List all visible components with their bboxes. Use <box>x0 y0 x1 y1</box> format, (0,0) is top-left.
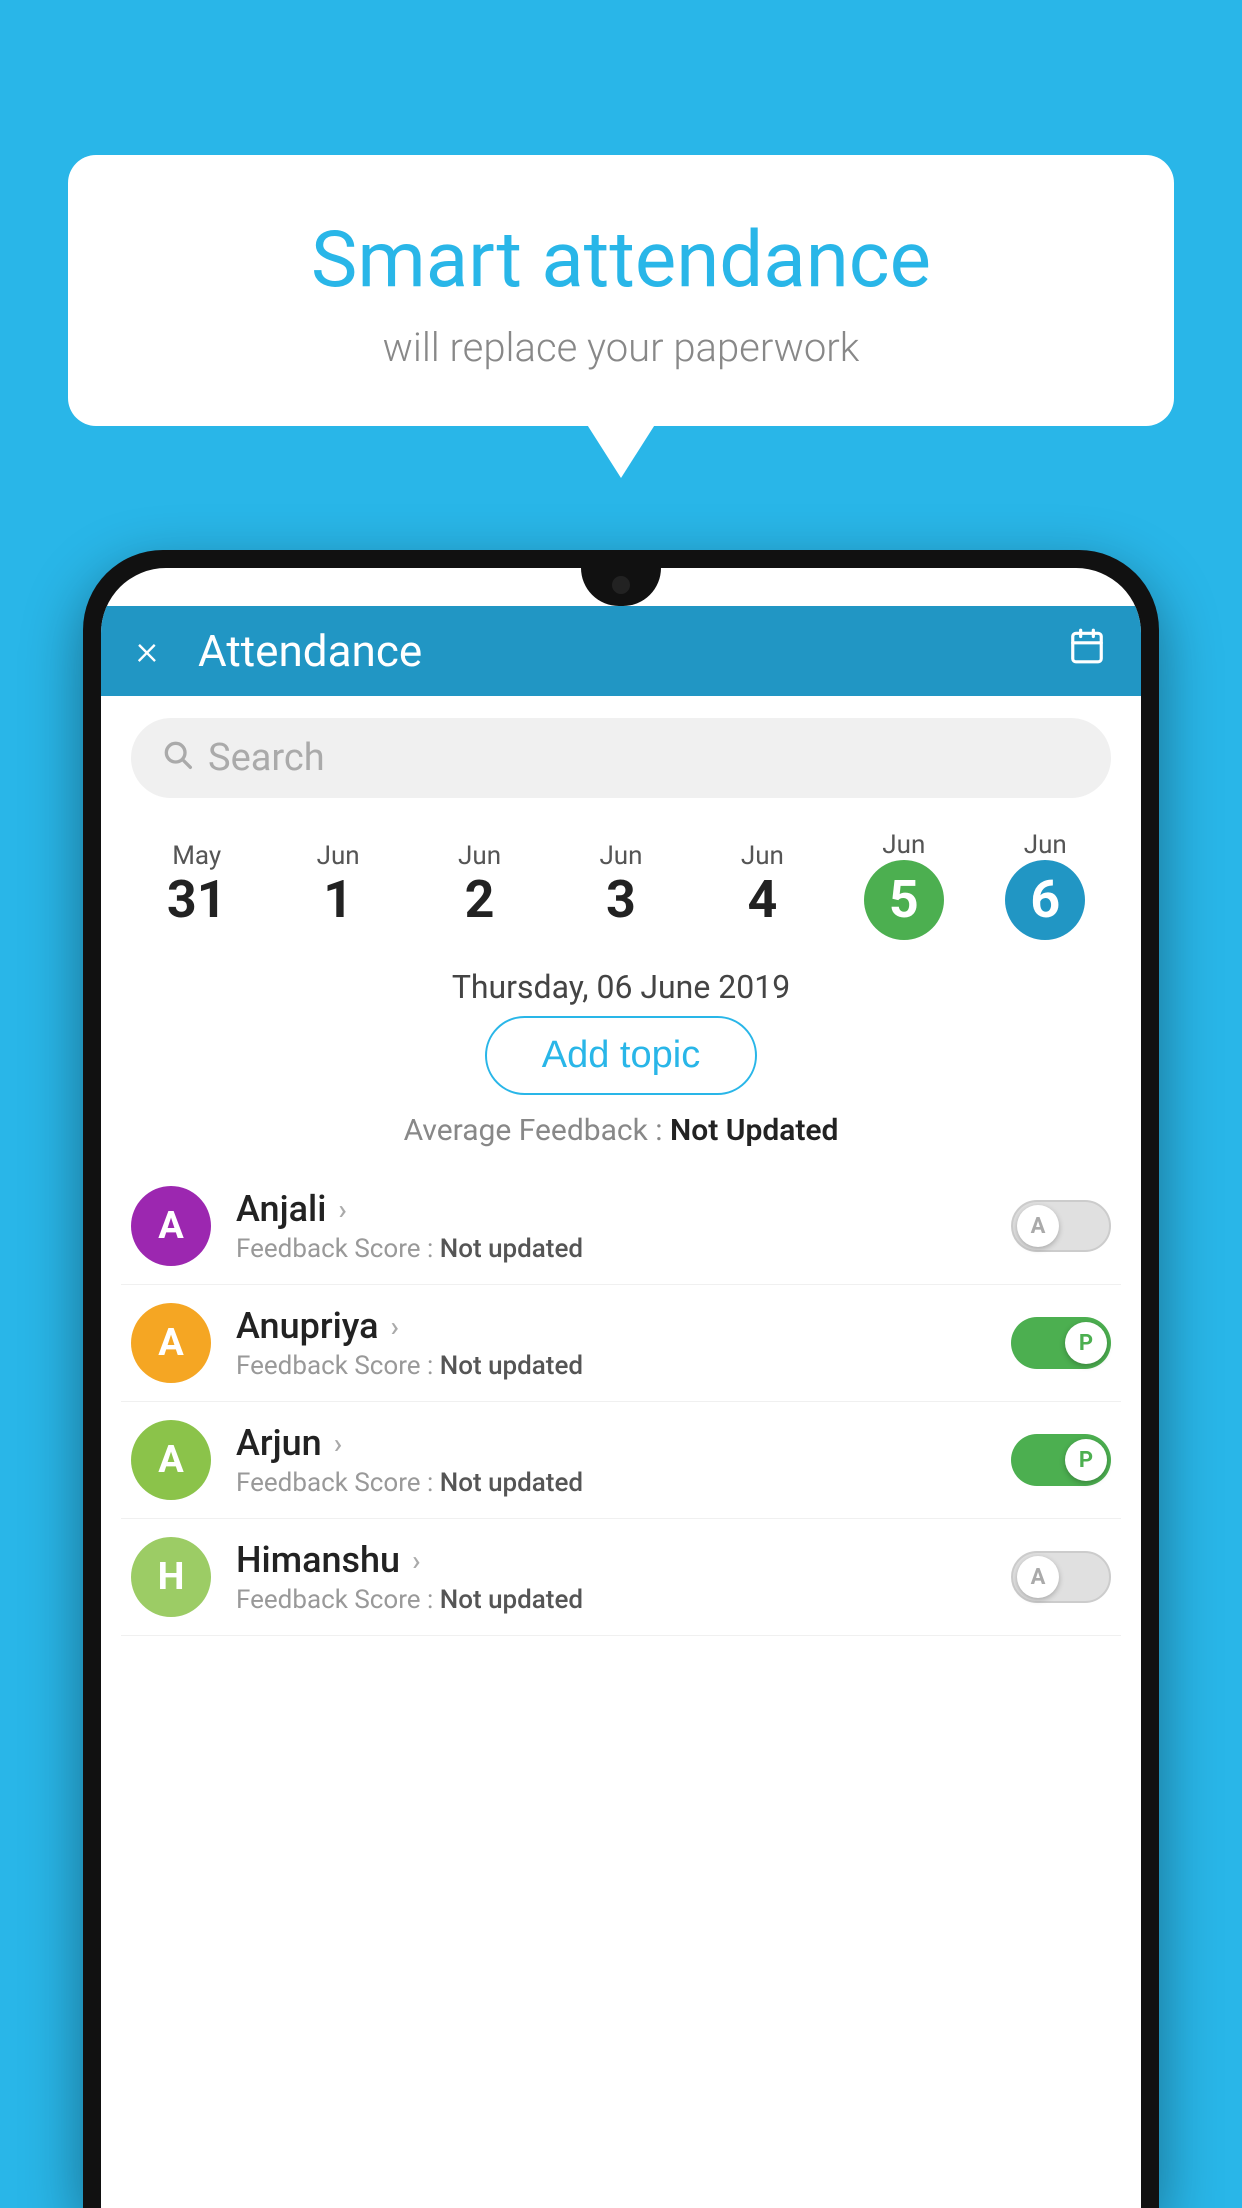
student-name: Himanshu › <box>236 1539 1011 1581</box>
status-time: 14:29 <box>131 575 187 600</box>
app-header: × Attendance <box>101 606 1141 696</box>
student-row[interactable]: H Himanshu › Feedback Score : Not updatedA <box>121 1519 1121 1636</box>
date-month: Jun <box>833 830 974 860</box>
student-row[interactable]: AAnjali ›Feedback Score : Not updatedA <box>121 1168 1121 1285</box>
attendance-toggle[interactable]: A <box>1011 1551 1111 1603</box>
chevron-icon: › <box>412 1544 420 1577</box>
status-icons: ▲ ▲ ▮ <box>1049 577 1111 598</box>
date-item[interactable]: Jun6 <box>975 830 1116 940</box>
bubble-subtitle: will replace your paperwork <box>128 324 1114 371</box>
avatar: A <box>131 1420 211 1500</box>
bubble-title: Smart attendance <box>128 215 1114 306</box>
date-item[interactable]: Jun4 <box>692 841 833 928</box>
chevron-icon: › <box>391 1310 399 1343</box>
student-info: Arjun › Feedback Score : Not updated <box>236 1422 1011 1498</box>
student-info: Anjali › Feedback Score : Not updated <box>236 1188 1011 1264</box>
attendance-toggle[interactable]: P <box>1011 1434 1111 1486</box>
avatar: A <box>131 1186 211 1266</box>
feedback-score: Feedback Score : Not updated <box>236 1468 1011 1498</box>
date-day-circle: 5 <box>864 860 944 940</box>
student-info: Anupriya › Feedback Score : Not updated <box>236 1305 1011 1381</box>
date-item[interactable]: Jun5 <box>833 830 974 940</box>
feedback-summary-label: Average Feedback : <box>404 1113 663 1148</box>
date-day: 31 <box>126 871 267 928</box>
toggle-knob: P <box>1065 1322 1107 1364</box>
toggle-knob: P <box>1065 1439 1107 1481</box>
student-name: Anjali › <box>236 1188 1011 1230</box>
attendance-toggle[interactable]: P <box>1011 1317 1111 1369</box>
date-item[interactable]: Jun2 <box>409 841 550 928</box>
student-name: Arjun › <box>236 1422 1011 1464</box>
phone-inner: 14:29 ▲ ▲ ▮ × Attendance <box>101 568 1141 2208</box>
battery-icon: ▮ <box>1101 577 1111 598</box>
wifi-icon: ▲ <box>1049 577 1067 598</box>
avatar: H <box>131 1537 211 1617</box>
student-list: AAnjali ›Feedback Score : Not updatedAAA… <box>101 1168 1141 1636</box>
feedback-summary: Average Feedback : Not Updated <box>101 1113 1141 1148</box>
phone-mockup: 14:29 ▲ ▲ ▮ × Attendance <box>83 550 1159 2208</box>
search-bar[interactable]: Search <box>131 718 1111 798</box>
date-item[interactable]: Jun1 <box>267 841 408 928</box>
selected-date-label: Thursday, 06 June 2019 <box>101 968 1141 1006</box>
calendar-button[interactable] <box>1068 627 1106 675</box>
student-info: Himanshu › Feedback Score : Not updated <box>236 1539 1011 1615</box>
add-topic-button[interactable]: Add topic <box>485 1016 757 1095</box>
feedback-score: Feedback Score : Not updated <box>236 1234 1011 1264</box>
chevron-icon: › <box>334 1427 342 1460</box>
date-day: 4 <box>692 871 833 928</box>
date-day: 2 <box>409 871 550 928</box>
avatar: A <box>131 1303 211 1383</box>
camera-dot <box>612 576 630 594</box>
date-month: May <box>126 841 267 871</box>
toggle-knob: A <box>1017 1556 1059 1598</box>
feedback-score: Feedback Score : Not updated <box>236 1585 1011 1615</box>
student-row[interactable]: A Anupriya › Feedback Score : Not updated P <box>121 1285 1121 1402</box>
header-title: Attendance <box>198 625 1068 677</box>
toggle-knob: A <box>1017 1205 1059 1247</box>
student-name: Anupriya › <box>236 1305 1011 1347</box>
search-icon <box>161 738 193 779</box>
chevron-icon: › <box>338 1193 346 1226</box>
date-item[interactable]: Jun3 <box>550 841 691 928</box>
feedback-summary-value: Not Updated <box>670 1113 838 1148</box>
date-month: Jun <box>550 841 691 871</box>
date-month: Jun <box>692 841 833 871</box>
search-placeholder: Search <box>208 736 325 780</box>
date-day-circle: 6 <box>1005 860 1085 940</box>
date-month: Jun <box>409 841 550 871</box>
date-month: Jun <box>975 830 1116 860</box>
speech-bubble: Smart attendance will replace your paper… <box>68 155 1174 426</box>
date-day: 1 <box>267 871 408 928</box>
close-button[interactable]: × <box>136 630 158 672</box>
date-day: 3 <box>550 871 691 928</box>
feedback-score: Feedback Score : Not updated <box>236 1351 1011 1381</box>
date-item[interactable]: May31 <box>126 841 267 928</box>
student-row[interactable]: A Arjun › Feedback Score : Not updated P <box>121 1402 1121 1519</box>
signal-icon: ▲ <box>1075 577 1093 598</box>
date-month: Jun <box>267 841 408 871</box>
attendance-toggle[interactable]: A <box>1011 1200 1111 1252</box>
date-strip: May31Jun1Jun2Jun3Jun4Jun5Jun6 <box>101 820 1141 950</box>
